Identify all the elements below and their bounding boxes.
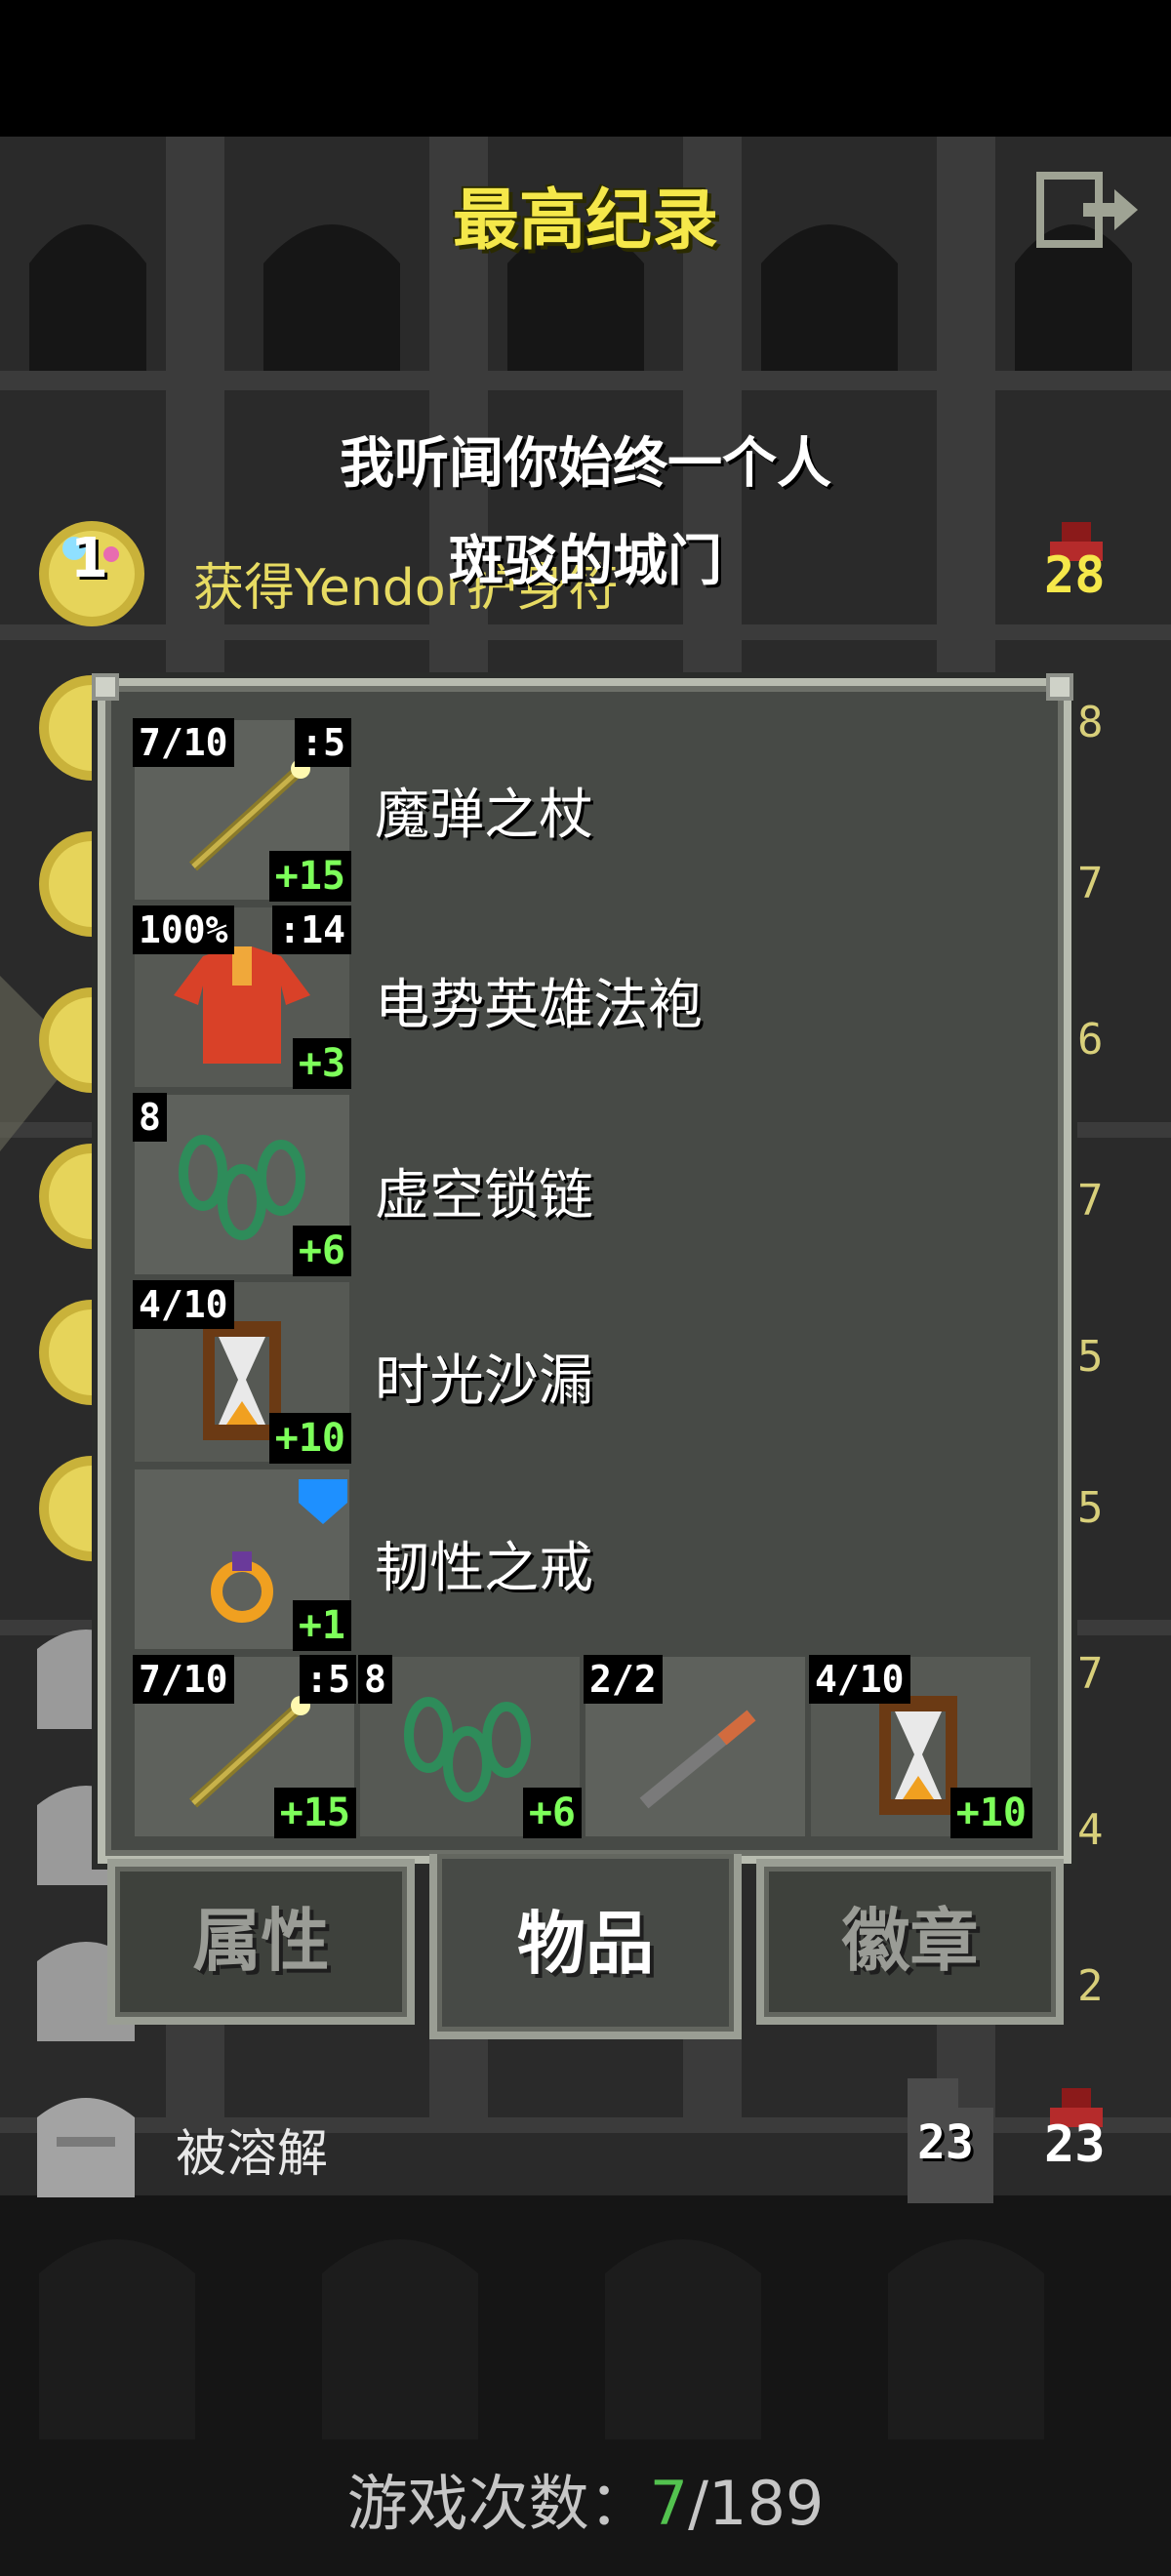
item-name[interactable]: 电势英雄法袍 (375, 961, 703, 1040)
dart-icon (639, 1710, 756, 1809)
games-played-label: 游戏次数： (346, 2468, 650, 2539)
item-slot-wand[interactable]: 7/10 :5 +15 (133, 718, 351, 902)
narration-line-2: 斑驳的城门 (449, 530, 722, 593)
side-score: 6 (1077, 1015, 1104, 1065)
status-bar-area (0, 0, 1171, 137)
dialog-corner (1046, 673, 1073, 701)
quickslot-charges: 2/2 (584, 1655, 663, 1704)
page-title: 最高纪录 (452, 182, 718, 260)
quickslot-level: :5 (300, 1655, 356, 1704)
quickslot-charges: 4/10 (809, 1655, 910, 1704)
games-played-total: /189 (688, 2468, 825, 2539)
games-played-current: 7 (649, 2468, 689, 2539)
tab-stats-label: 属性 (192, 1901, 330, 1981)
games-played-counter: 游戏次数：7/189 (0, 2454, 1171, 2542)
item-slot-ring[interactable]: +1 (135, 1469, 351, 1651)
quickslot-charges: 8 (358, 1655, 392, 1704)
quickslot-bonus: +15 (273, 1788, 356, 1838)
item-name[interactable]: 时光沙漏 (375, 1337, 593, 1416)
exit-icon[interactable] (1034, 168, 1142, 256)
item-charges: 7/10 (133, 718, 234, 767)
last-rank-text[interactable]: 被溶解 (176, 2113, 328, 2186)
side-score: 2 (1077, 1961, 1104, 2011)
item-bonus: +1 (292, 1600, 351, 1651)
side-score: 7 (1077, 1649, 1104, 1699)
item-slot-chains[interactable]: 8 +6 (133, 1093, 351, 1276)
item-slot-robe[interactable]: 100% :14 +3 (133, 906, 351, 1089)
tab-items-label: 物品 (517, 1904, 654, 1984)
last-rank-score: 23 (1044, 2115, 1106, 2174)
quickslot-2[interactable]: 8 +6 (358, 1655, 582, 1838)
side-score: 4 (1077, 1805, 1104, 1855)
shield-icon (299, 1479, 347, 1524)
side-score: 5 (1077, 1332, 1104, 1382)
quickslot-1[interactable]: 7/10 :5 +15 (133, 1655, 356, 1838)
tab-badges[interactable]: 徽章 (756, 1859, 1064, 2025)
tab-badges-label: 徽章 (841, 1901, 979, 1981)
side-score: 8 (1077, 698, 1104, 747)
quickslot-bonus: +10 (949, 1788, 1032, 1838)
tab-items[interactable]: 物品 (429, 1854, 742, 2039)
item-charges: 4/10 (133, 1280, 234, 1329)
narration-line-1: 我听闻你始终一个人 (340, 432, 831, 496)
item-bonus: +15 (268, 851, 351, 902)
quickslot-3[interactable]: 2/2 (584, 1655, 805, 1836)
item-charges: 8 (133, 1093, 167, 1142)
dialog-corner (92, 673, 119, 701)
tombstone-icon (37, 2098, 135, 2197)
item-level: :14 (272, 906, 351, 954)
quickslot-charges: 7/10 (133, 1655, 234, 1704)
item-level: :5 (295, 718, 351, 767)
quickslot-bonus: +6 (522, 1788, 582, 1838)
item-name[interactable]: 魔弹之杖 (375, 771, 593, 850)
item-charges: 100% (133, 906, 234, 954)
side-score: 7 (1077, 1176, 1104, 1226)
item-name[interactable]: 韧性之戒 (375, 1524, 593, 1603)
item-bonus: +10 (268, 1413, 351, 1464)
item-bonus: +6 (292, 1226, 351, 1276)
side-score: 7 (1077, 859, 1104, 908)
last-rank-level: 23 (917, 2115, 974, 2170)
item-name[interactable]: 虚空锁链 (375, 1151, 593, 1230)
quickslot-4[interactable]: 4/10 +10 (809, 1655, 1032, 1838)
item-slot-hourglass[interactable]: 4/10 +10 (133, 1280, 351, 1464)
item-bonus: +3 (292, 1038, 351, 1089)
side-score: 5 (1077, 1483, 1104, 1533)
tab-stats[interactable]: 属性 (107, 1859, 415, 2025)
